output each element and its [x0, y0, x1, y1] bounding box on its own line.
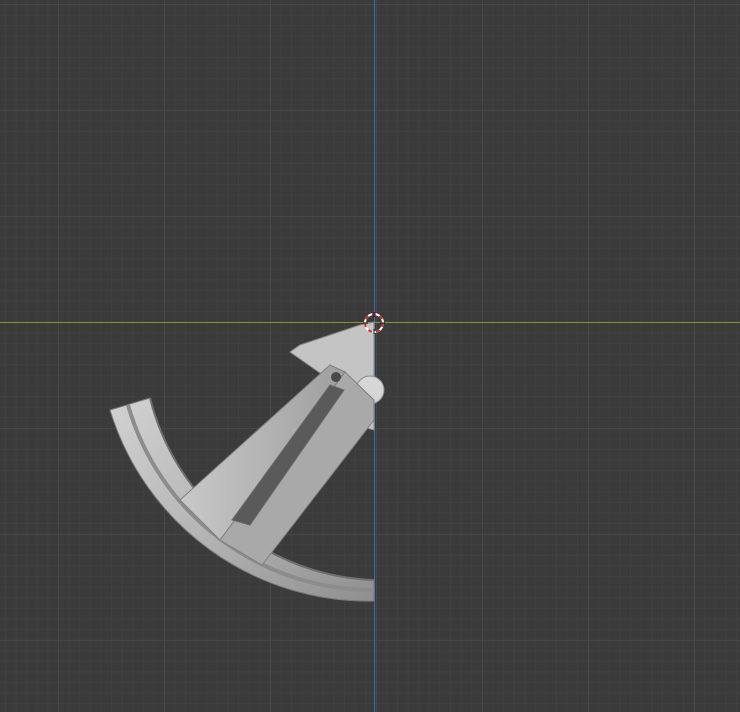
3d-viewport[interactable]	[0, 0, 740, 712]
wheel-rim-mesh[interactable]	[0, 0, 740, 712]
spoke-pin	[331, 372, 341, 382]
3d-cursor-icon[interactable]	[363, 312, 385, 334]
